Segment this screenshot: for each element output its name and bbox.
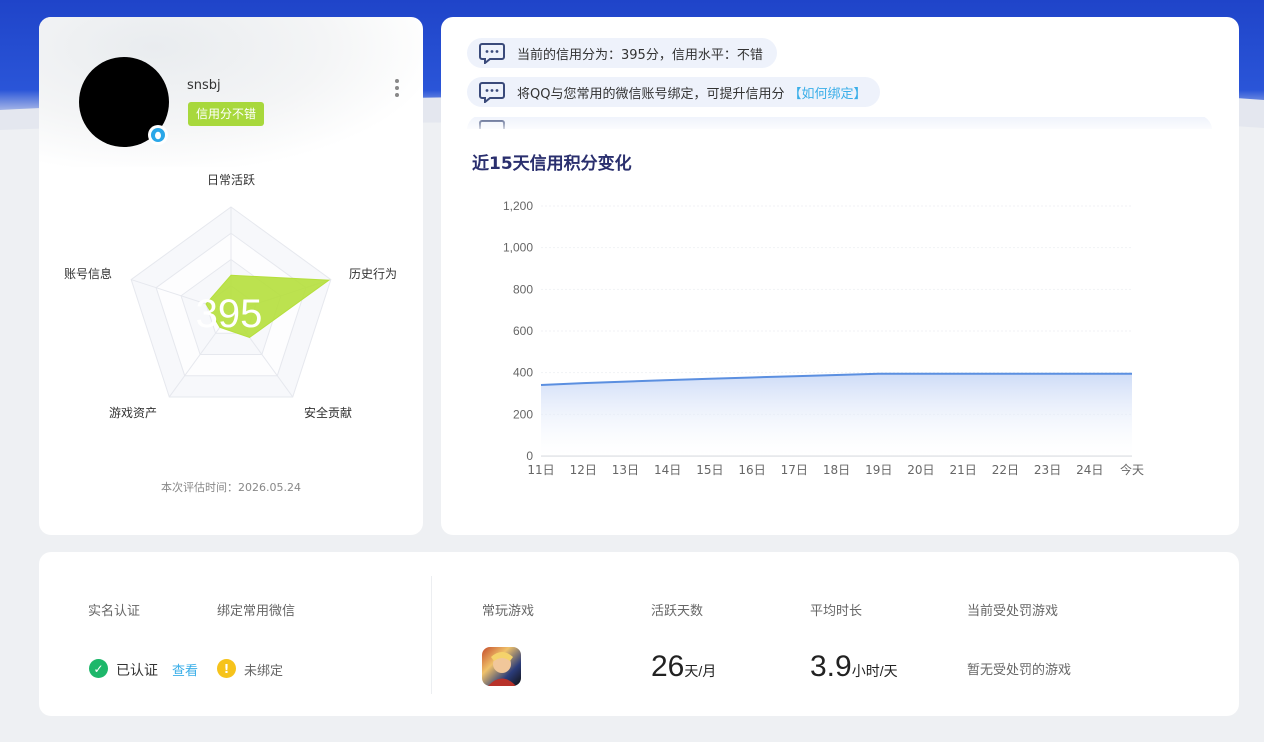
credit-level-badge: 信用分不错 [188,102,265,126]
wechat-bind-label: 绑定常用微信 [217,604,296,619]
y-tick-label: 200 [513,407,533,421]
radar-label-history-behavior: 历史行为 [349,267,398,281]
x-tick-label: 14日 [654,463,681,477]
credit-score-value: 395 [196,292,263,336]
x-tick-label: 16日 [738,463,765,477]
qq-penguin-icon [148,125,168,145]
radar-label-account-info: 账号信息 [64,267,113,281]
x-tick-label: 11日 [527,463,554,477]
credit-radar-chart: 395 [130,206,332,398]
y-tick-label: 600 [513,324,533,338]
x-tick-label: 24日 [1076,463,1103,477]
verified-check-icon: ✓ [89,659,108,678]
x-tick-label: 17日 [781,463,808,477]
y-tick-label: 0 [526,449,533,463]
real-name-status: 已认证 [116,663,158,679]
active-days-label: 活跃天数 [651,604,704,619]
x-tick-label: 今天 [1120,462,1144,477]
radar-label-game-assets: 游戏资产 [109,406,158,420]
x-tick-label: 20日 [907,463,934,477]
wechat-bind-status: 未绑定 [244,664,284,679]
profile-card: snsbj 信用分不错 395 日常活跃 历史行为 安全贡献 游戏资产 账号信息… [39,17,423,535]
x-tick-label: 12日 [570,463,597,477]
more-options-icon[interactable] [391,79,403,99]
radar-label-security-contribution: 安全贡献 [304,406,353,420]
real-name-label: 实名认证 [88,604,141,619]
stats-card: 实名认证 绑定常用微信 ✓ 已认证 查看 ! 未绑定 常玩游戏 活跃天数 26天… [39,552,1239,716]
y-tick-label: 1,000 [503,241,533,255]
y-tick-label: 1,200 [503,199,533,213]
x-tick-label: 13日 [612,463,639,477]
x-tick-label: 22日 [992,463,1019,477]
y-tick-label: 400 [513,366,533,380]
radar-label-daily-activity: 日常活跃 [207,173,256,187]
credit-score-line-chart: 0 200 400 600 800 1,000 1,200 11日 12日 13日 14日 15日 16… [503,199,1144,477]
active-days-unit: 天/月 [684,663,717,679]
punished-games-label: 当前受处罚游戏 [967,604,1059,619]
stats-divider [431,576,432,694]
score-area [541,373,1132,456]
x-tick-label: 15日 [696,463,723,477]
x-tick-label: 23日 [1034,463,1061,477]
average-duration-unit: 小时/天 [851,663,898,679]
active-days-value: 26天/月 [651,650,717,683]
username: snsbj [187,78,221,93]
x-tick-label: 21日 [950,463,977,477]
x-tick-label: 19日 [865,463,892,477]
evaluation-time: 本次评估时间：2026.05.24 [161,481,301,494]
warning-icon: ! [217,659,236,678]
frequent-game-label: 常玩游戏 [482,604,535,619]
punished-games-value: 暂无受处罚的游戏 [967,663,1072,678]
game-icon[interactable] [482,647,521,686]
average-duration-value: 3.9小时/天 [810,650,898,683]
chart-card: 当前的信用分为：395分，信用水平：不错 将QQ与您常用的微信账号绑定，可提升信… [441,17,1239,535]
x-tick-label: 18日 [823,463,850,477]
view-real-name-link[interactable]: 查看 [172,660,198,679]
y-tick-label: 800 [513,282,533,296]
average-duration-label: 平均时长 [810,604,863,619]
